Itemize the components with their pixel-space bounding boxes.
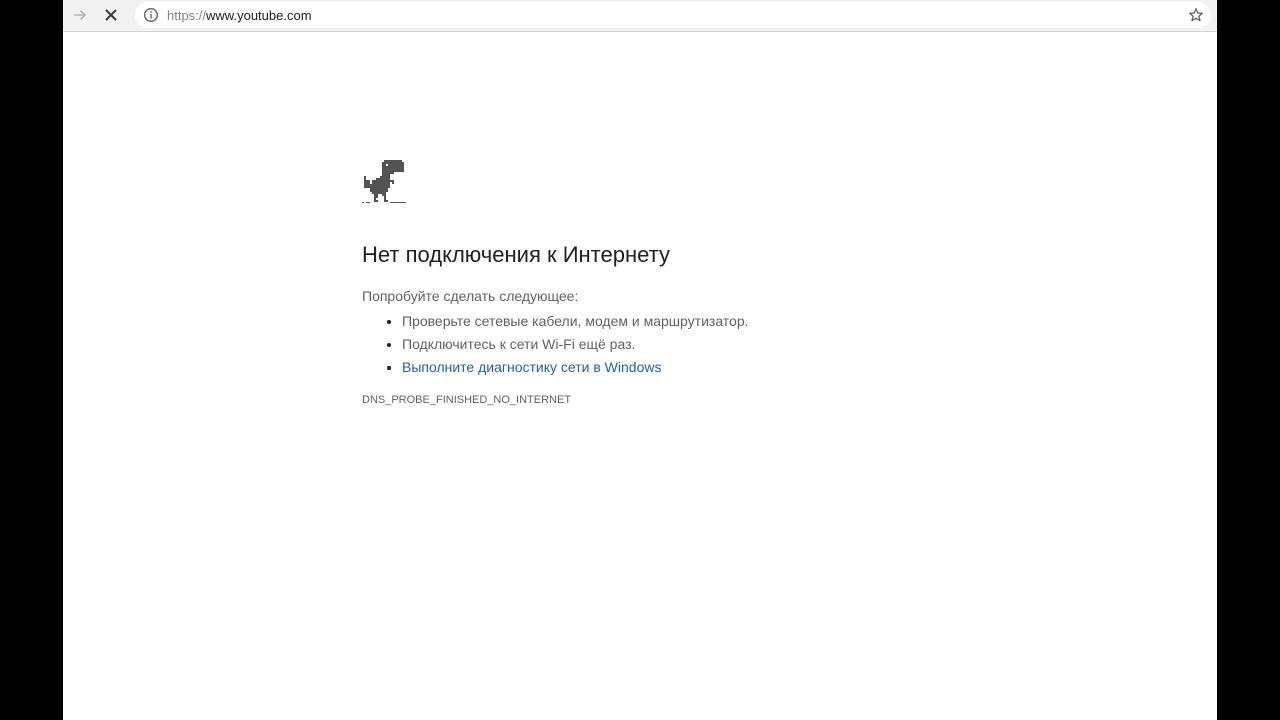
suggestion-check-cables: Проверьте сетевые кабели, модем и маршру… (402, 310, 882, 333)
address-bar[interactable]: https://www.youtube.com (135, 2, 1211, 28)
stop-loading-button[interactable] (97, 2, 125, 28)
dinosaur-icon[interactable] (362, 158, 406, 205)
error-content: Нет подключения к Интернету Попробуйте с… (362, 158, 882, 406)
star-icon (1189, 8, 1203, 22)
url-scheme: https:// (167, 7, 207, 23)
bookmark-button[interactable] (1187, 6, 1205, 24)
suggestions-list: Проверьте сетевые кабели, модем и маршру… (362, 310, 882, 379)
error-code: DNS_PROBE_FINISHED_NO_INTERNET (362, 394, 572, 406)
suggestion-reconnect-wifi: Подключитесь к сети Wi-Fi ещё раз. (402, 333, 882, 356)
run-diagnostics-link[interactable]: Выполните диагностику сети в Windows (402, 359, 661, 375)
stop-x-icon (105, 9, 117, 21)
suggestion-diagnostics-item: Выполните диагностику сети в Windows (402, 356, 882, 379)
page-title: Нет подключения к Интернету (362, 242, 670, 267)
info-icon[interactable] (143, 7, 159, 23)
forward-button[interactable] (66, 2, 94, 28)
forward-arrow-icon (74, 9, 87, 21)
suggestions-heading: Попробуйте сделать следующее: (362, 288, 579, 304)
url-text[interactable]: https://www.youtube.com (167, 8, 312, 23)
browser-window: https://www.youtube.com Нет подключения … (63, 0, 1217, 720)
url-host: www.youtube.com (206, 7, 312, 23)
browser-toolbar: https://www.youtube.com (63, 0, 1217, 32)
